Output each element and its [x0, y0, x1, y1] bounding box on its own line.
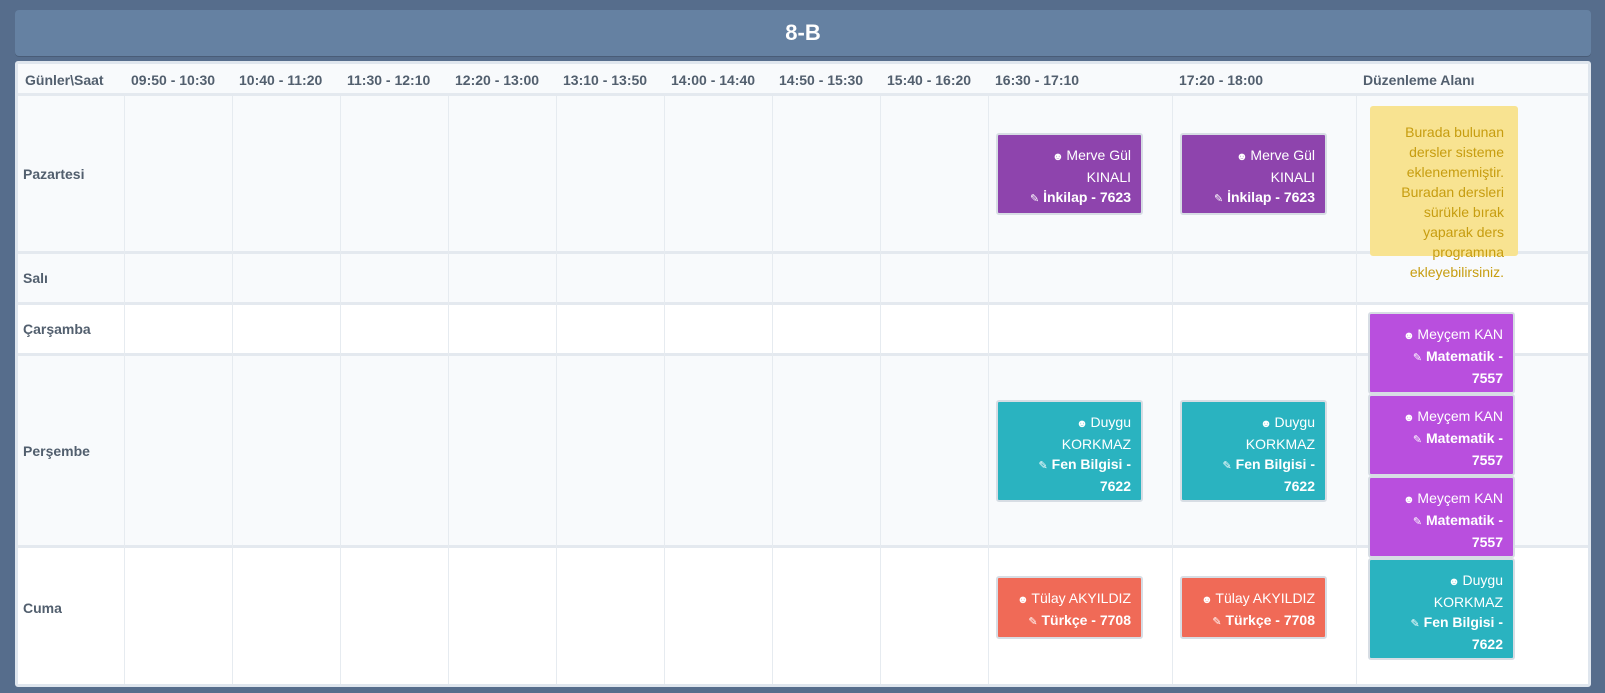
user-icon: ☻: [1236, 151, 1248, 163]
course-name: Fen Bilgisi - 7622: [1235, 456, 1315, 494]
edit-area-note: Burada bulunan dersler sisteme eklenemem…: [1370, 106, 1518, 280]
edit-icon: ✎: [1412, 434, 1423, 446]
teacher-name: Merve Gül KINALI: [1250, 147, 1315, 185]
day-label: Pazartesi: [23, 166, 85, 182]
user-icon: ☻: [1260, 418, 1272, 430]
time-slot-header: 11:30 - 12:10: [347, 72, 431, 88]
user-icon: ☻: [1403, 330, 1415, 342]
course-name: Matematik - 7557: [1425, 512, 1503, 550]
teacher-name: Meyçem KAN: [1417, 408, 1503, 424]
day-row-wednesday: Çarşamba: [18, 305, 1588, 356]
day-row-tuesday: Salı: [18, 254, 1588, 305]
day-row-friday: Cuma: [18, 548, 1588, 684]
time-slot-header: 16:30 - 17:10: [995, 72, 1080, 88]
teacher-name: Meyçem KAN: [1417, 326, 1503, 342]
edit-icon: ✎: [1222, 460, 1232, 472]
lesson-card[interactable]: ☻ Duygu KORKMAZ ✎ Fen Bilgisi - 7622: [1180, 400, 1327, 502]
course-name: Fen Bilgisi - 7622: [1051, 456, 1131, 494]
pending-lesson-card[interactable]: ☻ Meyçem KAN ✎ Matematik - 7557: [1368, 312, 1515, 394]
day-row-thursday: Perşembe: [18, 356, 1588, 548]
edit-area-header: Düzenleme Alanı: [1363, 72, 1475, 88]
day-label: Cuma: [23, 600, 62, 616]
pending-lesson-card[interactable]: ☻ Duygu KORKMAZ ✎ Fen Bilgisi - 7622: [1368, 558, 1515, 660]
course-name: Matematik - 7557: [1425, 430, 1503, 468]
edit-icon: ✎: [1213, 193, 1224, 205]
edit-icon: ✎: [1410, 618, 1420, 630]
pending-lesson-card[interactable]: ☻ Meyçem KAN ✎ Matematik - 7557: [1368, 394, 1515, 476]
teacher-name: Tülay AKYILDIZ: [1215, 590, 1315, 606]
user-icon: ☻: [1017, 594, 1029, 606]
day-label: Çarşamba: [23, 321, 91, 337]
lesson-card[interactable]: ☻ Merve Gül KINALI ✎ İnkilap - 7623: [1180, 133, 1327, 215]
edit-icon: ✎: [1028, 616, 1038, 628]
time-slot-header: 17:20 - 18:00: [1179, 72, 1264, 88]
user-icon: ☻: [1076, 418, 1088, 430]
teacher-name: Meyçem KAN: [1417, 490, 1503, 506]
teacher-name: Duygu KORKMAZ: [1061, 414, 1131, 452]
schedule-board: Pazartesi Salı Çarşamba Perşembe Cuma Gü…: [15, 61, 1591, 687]
time-slot-header: 10:40 - 11:20: [239, 72, 323, 88]
user-icon: ☻: [1052, 151, 1064, 163]
user-icon: ☻: [1448, 576, 1460, 588]
lesson-card[interactable]: ☻ Duygu KORKMAZ ✎ Fen Bilgisi - 7622: [996, 400, 1143, 502]
edit-icon: ✎: [1412, 516, 1423, 528]
edit-icon: ✎: [1212, 616, 1222, 628]
course-name: Fen Bilgisi - 7622: [1423, 614, 1503, 652]
course-name: Türkçe - 7708: [1041, 612, 1132, 628]
lesson-card[interactable]: ☻ Tülay AKYILDIZ ✎ Türkçe - 7708: [996, 576, 1143, 639]
day-label: Salı: [23, 270, 48, 286]
teacher-name: Duygu KORKMAZ: [1433, 572, 1503, 610]
time-slot-header: 14:50 - 15:30: [779, 72, 864, 88]
course-name: Matematik - 7557: [1425, 348, 1503, 386]
time-slot-header: 09:50 - 10:30: [131, 72, 216, 88]
corner-header: Günler\Saat: [25, 72, 104, 88]
edit-icon: ✎: [1038, 460, 1048, 472]
pending-lesson-card[interactable]: ☻ Meyçem KAN ✎ Matematik - 7557: [1368, 476, 1515, 558]
edit-icon: ✎: [1412, 352, 1423, 364]
course-name: Türkçe - 7708: [1225, 612, 1316, 628]
day-label: Perşembe: [23, 443, 90, 459]
time-slot-header: 13:10 - 13:50: [563, 72, 648, 88]
time-header-row: Günler\Saat 09:50 - 10:30 10:40 - 11:20 …: [18, 64, 1588, 96]
lesson-card[interactable]: ☻ Merve Gül KINALI ✎ İnkilap - 7623: [996, 133, 1143, 215]
day-row-monday: Pazartesi: [18, 96, 1588, 254]
user-icon: ☻: [1201, 594, 1213, 606]
user-icon: ☻: [1403, 412, 1415, 424]
teacher-name: Duygu KORKMAZ: [1245, 414, 1315, 452]
time-slot-header: 12:20 - 13:00: [455, 72, 540, 88]
lesson-card[interactable]: ☻ Tülay AKYILDIZ ✎ Türkçe - 7708: [1180, 576, 1327, 639]
time-slot-header: 15:40 - 16:20: [887, 72, 972, 88]
time-slot-header: 14:00 - 14:40: [671, 72, 756, 88]
edit-icon: ✎: [1029, 193, 1040, 205]
course-name: İnkilap - 7623: [1227, 189, 1315, 205]
course-name: İnkilap - 7623: [1043, 189, 1131, 205]
teacher-name: Merve Gül KINALI: [1066, 147, 1131, 185]
schedule-title: 8-B: [15, 10, 1591, 56]
teacher-name: Tülay AKYILDIZ: [1031, 590, 1131, 606]
user-icon: ☻: [1403, 494, 1415, 506]
